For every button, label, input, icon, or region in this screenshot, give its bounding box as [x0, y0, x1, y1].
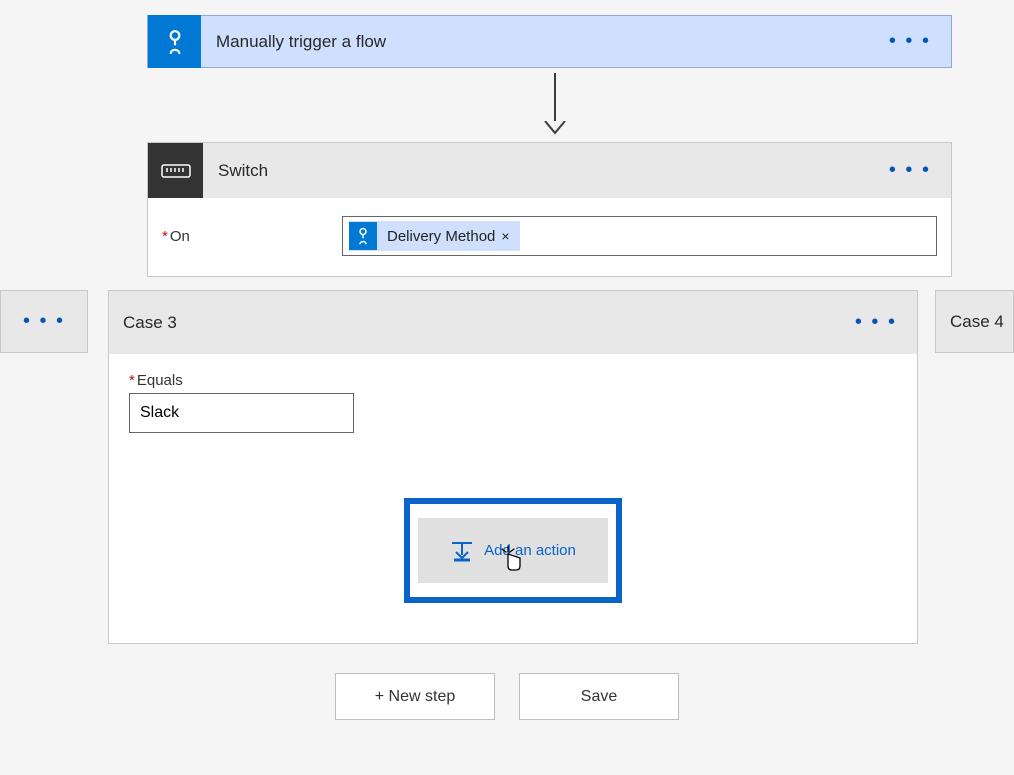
trigger-icon	[148, 15, 201, 68]
trigger-menu-icon[interactable]: • • •	[889, 30, 931, 53]
equals-label: *Equals	[129, 372, 897, 389]
new-step-button[interactable]: + New step	[335, 673, 495, 720]
save-button[interactable]: Save	[519, 673, 679, 720]
trigger-title: Manually trigger a flow	[216, 32, 386, 52]
tutorial-highlight: Add an action	[404, 498, 622, 603]
switch-card: Switch • • • *On Delivery Method ×	[147, 142, 952, 277]
switch-on-field[interactable]: Delivery Method ×	[342, 216, 937, 256]
switch-icon	[148, 143, 203, 198]
switch-on-label: *On	[162, 228, 342, 245]
prev-case-menu-icon[interactable]: • • •	[23, 310, 65, 333]
case-body: *Equals Add an action	[109, 354, 917, 643]
trigger-card[interactable]: Manually trigger a flow • • •	[147, 15, 952, 68]
next-case-peek[interactable]: Case 4	[935, 290, 1014, 353]
next-case-title: Case 4	[950, 312, 1004, 332]
equals-input[interactable]	[129, 393, 354, 433]
flow-arrow-icon	[543, 73, 567, 135]
switch-body: *On Delivery Method ×	[148, 198, 951, 276]
case-header[interactable]: Case 3 • • •	[109, 291, 917, 354]
switch-header[interactable]: Switch • • •	[148, 143, 951, 198]
case-menu-icon[interactable]: • • •	[855, 311, 897, 334]
add-action-icon	[450, 540, 474, 562]
switch-menu-icon[interactable]: • • •	[889, 159, 931, 182]
token-label: Delivery Method	[387, 228, 495, 245]
token-remove-icon[interactable]: ×	[501, 228, 509, 244]
token-icon	[349, 222, 377, 250]
prev-case-peek[interactable]: • • •	[0, 290, 88, 353]
switch-title: Switch	[218, 161, 268, 181]
footer: + New step Save	[0, 673, 1014, 720]
add-action-button[interactable]: Add an action	[418, 518, 608, 583]
delivery-method-token[interactable]: Delivery Method ×	[349, 221, 520, 251]
case-title: Case 3	[123, 313, 177, 333]
case-card: Case 3 • • • *Equals Add an action	[108, 290, 918, 644]
add-action-label: Add an action	[484, 542, 576, 559]
